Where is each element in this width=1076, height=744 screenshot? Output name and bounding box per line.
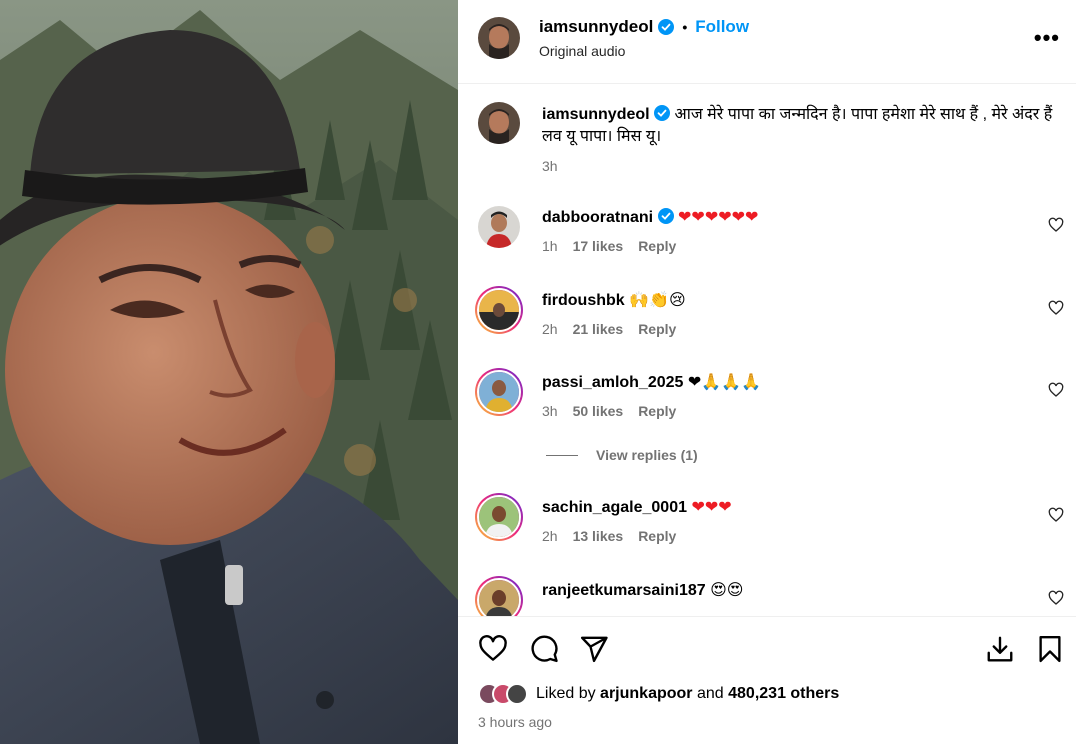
reply-button[interactable]: Reply [638,528,676,544]
view-replies-label: View replies (1) [596,447,698,463]
caption-time: 3h [542,158,558,174]
like-comment-heart-icon[interactable] [1048,590,1064,606]
post-photo [0,0,458,744]
comment-username[interactable]: ranjeetkumarsaini187 [542,582,706,599]
comment-avatar[interactable] [478,206,520,248]
comment-meta: 2h 21 likes Reply [542,321,676,337]
original-audio-link[interactable]: Original audio [539,43,625,59]
verified-badge-icon [658,19,675,35]
comment-avatar[interactable] [475,493,523,541]
like-comment-heart-icon[interactable] [1048,217,1064,233]
comment-username[interactable]: firdoushbk [542,292,625,309]
comment-username[interactable]: dabbooratnani [542,209,653,226]
separator-dot: • [682,19,688,35]
comment-text: ❤❤❤❤❤❤ [678,207,759,226]
comment-avatar[interactable] [475,286,523,334]
liker-avatars[interactable] [478,683,528,705]
caption-avatar[interactable] [478,102,520,144]
comment-avatar[interactable] [475,368,523,416]
save-bookmark-icon[interactable] [1035,634,1065,664]
caption-text-row: iamsunnydeol आज मेरे पापा का जन्मदिन है।… [542,104,1056,148]
comment-text-row: ranjeetkumarsaini187 😍😍 [542,579,1036,602]
reply-button[interactable]: Reply [638,238,676,254]
comment-username[interactable]: sachin_agale_0001 [542,499,687,516]
comment-username[interactable]: passi_amloh_2025 [542,374,683,391]
comment-time: 3h [542,403,558,419]
comment-likes[interactable]: 13 likes [573,528,624,544]
author-username[interactable]: iamsunnydeol [539,17,653,37]
replies-divider [546,454,578,456]
post-header: iamsunnydeol • Follow Original audio ••• [458,0,1076,84]
author-row: iamsunnydeol • Follow [539,17,749,37]
reply-button[interactable]: Reply [638,321,676,337]
download-icon[interactable] [985,634,1015,664]
liked-by-row: Liked by arjunkapoor and 480,231 others [478,683,839,705]
caption-meta: 3h [542,158,558,174]
comment-avatar[interactable] [475,576,523,616]
comment-text: ❤❤❤ [691,497,732,516]
comment-text: 🙌👏😢 [629,290,686,309]
comment-meta: 1h 17 likes Reply [542,238,676,254]
liked-by-and: and [696,685,724,702]
like-heart-icon[interactable] [478,634,508,664]
verified-badge-icon [654,105,671,121]
comment-text-row: dabbooratnani ❤❤❤❤❤❤ [542,206,1036,229]
view-replies-button[interactable]: View replies (1) [546,447,698,463]
comment-likes[interactable]: 50 likes [573,403,624,419]
post-details-panel: iamsunnydeol • Follow Original audio •••… [458,0,1076,744]
comment-time: 1h [542,238,558,254]
comment-likes[interactable]: 21 likes [573,321,624,337]
like-comment-heart-icon[interactable] [1048,300,1064,316]
verified-badge-icon [657,208,674,224]
post-media[interactable] [0,0,458,744]
liked-count[interactable]: 480,231 others [728,685,839,703]
like-comment-heart-icon[interactable] [1048,507,1064,523]
comment-meta: 3h 50 likes Reply [542,403,676,419]
like-comment-heart-icon[interactable] [1048,382,1064,398]
comment-text-row: firdoushbk 🙌👏😢 [542,289,1036,312]
comment-meta: 2h 13 likes Reply [542,528,676,544]
liked-by-user[interactable]: arjunkapoor [600,685,692,703]
liked-by-prefix: Liked by [536,685,596,702]
reply-button[interactable]: Reply [638,403,676,419]
comment-likes[interactable]: 17 likes [573,238,624,254]
comment-text: ❤🙏🙏🙏 [687,372,762,391]
caption-username[interactable]: iamsunnydeol [542,106,650,123]
comment-time: 2h [542,528,558,544]
follow-button[interactable]: Follow [695,17,749,37]
liker-avatar [506,683,528,705]
comment-text-row: sachin_agale_0001 ❤❤❤ [542,496,1036,519]
comment-time: 2h [542,321,558,337]
share-send-icon[interactable] [579,634,609,664]
comment-bubble-icon[interactable] [529,634,559,664]
comments-list[interactable]: iamsunnydeol आज मेरे पापा का जन्मदिन है।… [458,84,1076,616]
author-avatar[interactable] [478,17,520,59]
comment-text-row: passi_amloh_2025 ❤🙏🙏🙏 [542,371,1036,394]
post-timestamp[interactable]: 3 hours ago [478,714,552,730]
comment-text: 😍😍 [710,580,744,599]
more-options-icon[interactable]: ••• [1034,25,1060,51]
